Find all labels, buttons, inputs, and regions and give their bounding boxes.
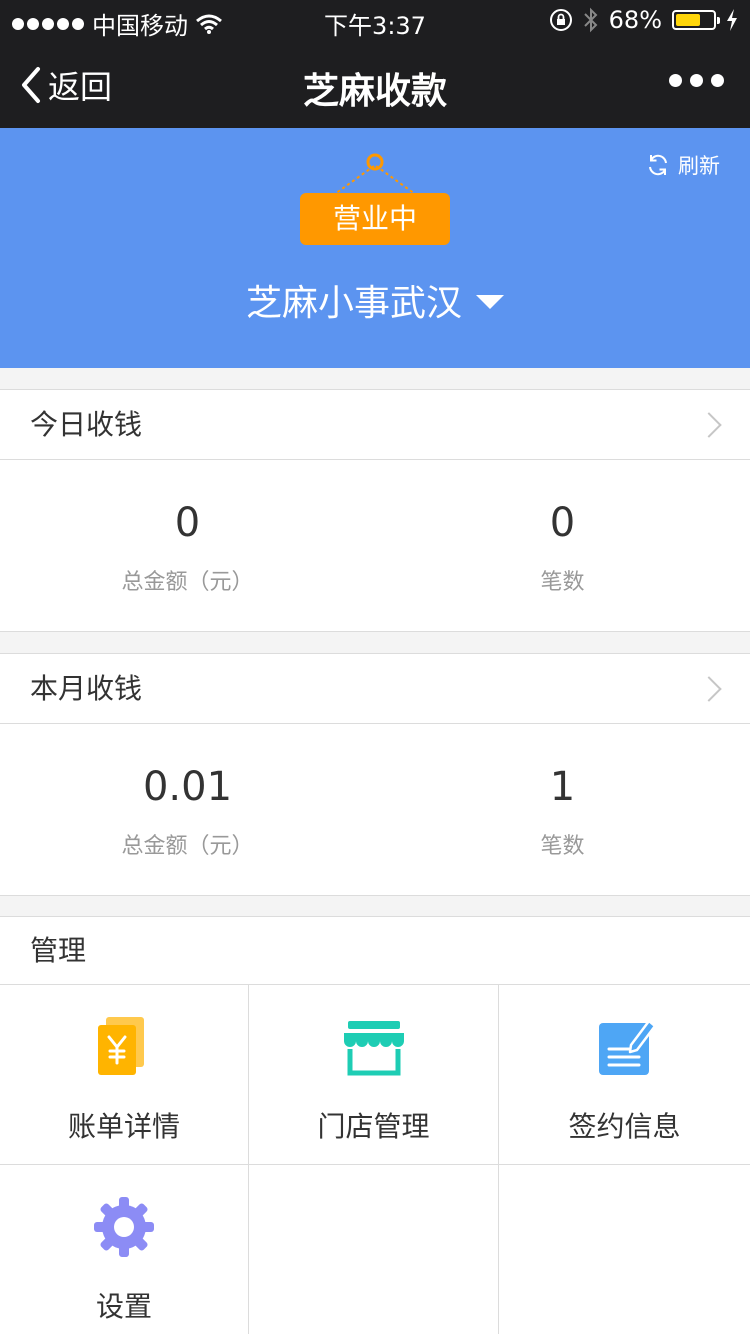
refresh-label: 刷新 [678, 154, 720, 178]
chevron-right-icon [696, 676, 722, 702]
month-count-label: 笔数 [540, 834, 585, 859]
month-section: 本月收钱 0.01 总金额（元） 1 笔数 [0, 653, 750, 896]
bluetooth-icon [583, 7, 598, 33]
month-amount-stat: 0.01 总金额（元） [0, 724, 375, 895]
month-stats: 0.01 总金额（元） 1 笔数 [0, 724, 750, 895]
month-count-value: 1 [549, 764, 576, 810]
status-bar: 中国移动 下午3:37 68% [0, 0, 750, 40]
refresh-button[interactable]: 刷新 [646, 150, 720, 180]
store-management-button[interactable]: 门店管理 [249, 985, 499, 1165]
empty-grid-cell [249, 1165, 499, 1334]
today-header[interactable]: 今日收钱 [0, 390, 750, 460]
manage-title: 管理 [30, 934, 87, 967]
caret-down-icon [476, 295, 504, 309]
business-status-badge: 营业中 [300, 193, 450, 245]
bill-details-label: 账单详情 [67, 1110, 180, 1143]
nav-bar: 返回 芝麻收款 [0, 40, 750, 128]
status-right: 68% [549, 6, 738, 34]
shop-header: 刷新 营业中 芝麻小事武汉 [0, 128, 750, 368]
contract-icon [598, 1019, 656, 1075]
manage-grid: 账单详情 门店管理 签约信息 设置 [0, 985, 750, 1334]
chevron-right-icon [696, 412, 722, 438]
settings-button[interactable]: 设置 [0, 1165, 249, 1334]
battery-icon [672, 10, 720, 30]
battery-percent: 68% [608, 6, 662, 34]
today-amount-stat: 0 总金额（元） [0, 460, 375, 631]
month-amount-label: 总金额（元） [121, 834, 254, 859]
rotation-lock-icon [549, 9, 572, 31]
manage-header: 管理 [0, 917, 750, 985]
more-dot-icon [711, 74, 724, 87]
shop-name: 芝麻小事武汉 [245, 283, 462, 324]
store-management-label: 门店管理 [317, 1110, 430, 1143]
settings-label: 设置 [95, 1290, 152, 1323]
charging-icon [727, 9, 737, 31]
month-amount-value: 0.01 [142, 764, 233, 810]
battery-fill [676, 14, 701, 26]
month-title: 本月收钱 [30, 672, 143, 705]
store-icon [343, 1021, 404, 1076]
bill-icon [98, 1017, 144, 1075]
today-section: 今日收钱 0 总金额（元） 0 笔数 [0, 389, 750, 632]
page-title: 芝麻收款 [302, 71, 447, 112]
today-count-label: 笔数 [540, 570, 585, 595]
more-dot-icon [669, 74, 682, 87]
more-dot-icon [690, 74, 703, 87]
empty-grid-cell [499, 1165, 750, 1334]
open-sign: 营业中 [300, 152, 450, 248]
today-count-stat: 0 笔数 [375, 460, 750, 631]
today-amount-value: 0 [174, 500, 201, 546]
shop-selector[interactable]: 芝麻小事武汉 [0, 274, 750, 326]
bill-details-button[interactable]: 账单详情 [0, 985, 249, 1165]
contract-info-label: 签约信息 [568, 1110, 681, 1143]
today-amount-label: 总金额（元） [121, 570, 254, 595]
gear-icon [94, 1197, 154, 1257]
more-button[interactable] [669, 74, 724, 87]
month-header[interactable]: 本月收钱 [0, 654, 750, 724]
today-count-value: 0 [549, 500, 576, 546]
refresh-icon [649, 154, 667, 176]
month-count-stat: 1 笔数 [375, 724, 750, 895]
today-stats: 0 总金额（元） 0 笔数 [0, 460, 750, 631]
today-title: 今日收钱 [30, 408, 143, 441]
contract-info-button[interactable]: 签约信息 [499, 985, 750, 1165]
manage-section: 管理 账单详情 门店管理 签约信息 设置 [0, 916, 750, 1334]
sign-hanger-icon [334, 153, 416, 195]
